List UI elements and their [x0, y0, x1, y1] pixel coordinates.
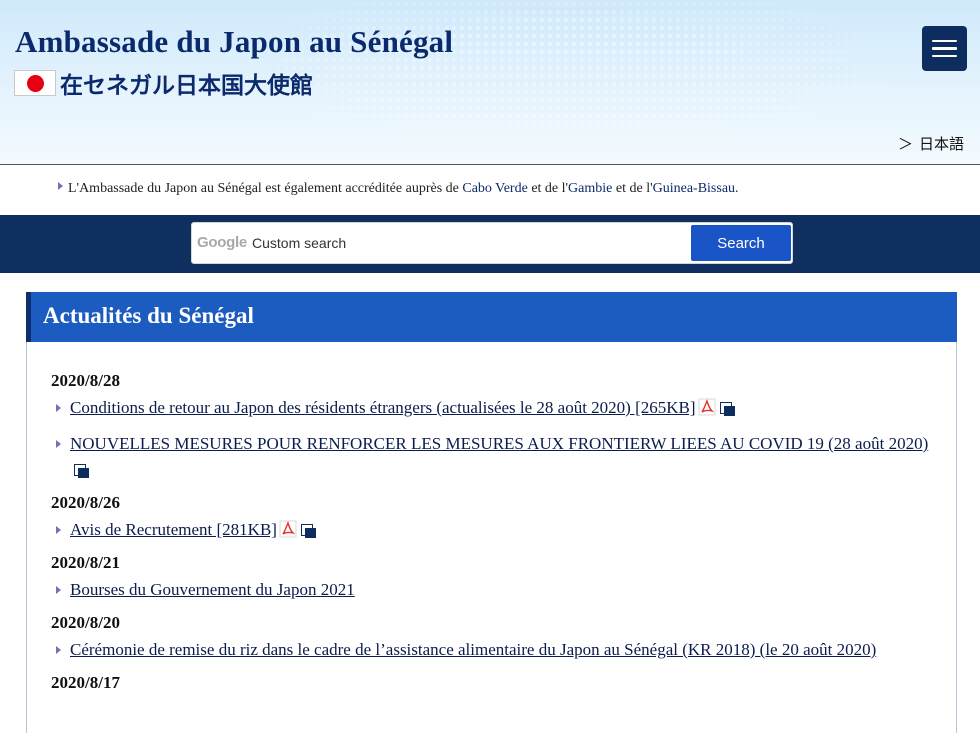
- triangle-bullet-icon: [56, 404, 61, 412]
- news-date: 2020/8/26: [51, 493, 120, 512]
- japan-flag-icon: [14, 70, 56, 96]
- external-window-icon: [300, 524, 316, 538]
- search-box: Google Search: [191, 222, 793, 264]
- link-guinea-bissau[interactable]: Guinea-Bissau: [653, 181, 735, 196]
- link-cabo-verde[interactable]: Cabo Verde: [462, 181, 527, 196]
- pdf-icon: [279, 520, 297, 538]
- search-bar: Google Search: [0, 215, 980, 273]
- news-title: Actualités du Sénégal: [43, 303, 254, 328]
- news-item-content: NOUVELLES MESURES POUR RENFORCER LES MES…: [70, 431, 946, 483]
- news-date: 2020/8/21: [51, 553, 120, 572]
- news-date: 2020/8/17: [51, 673, 120, 692]
- news-link[interactable]: Cérémonie de remise du riz dans le cadre…: [70, 640, 876, 659]
- site-title[interactable]: Ambassade du Japon au Sénégal: [15, 24, 453, 60]
- link-gambie[interactable]: Gambie: [568, 181, 612, 196]
- news-item-content: Avis de Recrutement [281KB]: [70, 517, 316, 543]
- news-section: Actualités du Sénégal 2020/8/28 Condition…: [26, 292, 957, 733]
- triangle-bullet-icon: [56, 526, 61, 534]
- pdf-icon: [698, 398, 716, 416]
- news-item: Avis de Recrutement [281KB]: [51, 517, 946, 543]
- news-item-content: Bourses du Gouvernement du Japon 2021: [70, 577, 355, 603]
- search-input[interactable]: [252, 229, 682, 257]
- triangle-bullet-icon: [58, 182, 63, 190]
- site-title-ja[interactable]: 在セネガル日本国大使館: [60, 66, 313, 100]
- menu-button[interactable]: [922, 26, 967, 71]
- news-item: Bourses du Gouvernement du Japon 2021: [51, 577, 946, 603]
- news-item-content: Conditions de retour au Japon des réside…: [70, 395, 735, 421]
- chevron-right-icon: ＞: [898, 135, 914, 153]
- hamburger-menu-icon: [932, 39, 957, 43]
- news-link[interactable]: Bourses du Gouvernement du Japon 2021: [70, 580, 355, 599]
- accreditation-notice: L'Ambassade du Japon au Sénégal est égal…: [58, 181, 739, 197]
- news-header: Actualités du Sénégal: [26, 292, 957, 342]
- news-item-content: Cérémonie de remise du riz dans le cadre…: [70, 637, 876, 663]
- news-list: 2020/8/28 Conditions de retour au Japon d…: [51, 371, 946, 697]
- search-button[interactable]: Search: [691, 225, 791, 261]
- news-date: 2020/8/28: [51, 371, 120, 390]
- language-link-label: 日本語: [919, 135, 965, 153]
- triangle-bullet-icon: [56, 440, 61, 448]
- google-logo: Google: [197, 234, 247, 251]
- news-link[interactable]: Avis de Recrutement [281KB]: [70, 520, 277, 539]
- triangle-bullet-icon: [56, 586, 61, 594]
- news-link[interactable]: Conditions de retour au Japon des réside…: [70, 398, 696, 417]
- external-window-icon: [74, 464, 89, 478]
- news-link[interactable]: NOUVELLES MESURES POUR RENFORCER LES MES…: [70, 434, 928, 453]
- language-link-japanese[interactable]: ＞ 日本語: [898, 133, 964, 154]
- site-header: Ambassade du Japon au Sénégal 在セネガル日本国大使…: [0, 0, 980, 165]
- triangle-bullet-icon: [56, 646, 61, 654]
- site-title-ja-row: 在セネガル日本国大使館: [14, 66, 313, 100]
- news-date: 2020/8/20: [51, 613, 120, 632]
- external-window-icon: [719, 402, 735, 416]
- news-item: NOUVELLES MESURES POUR RENFORCER LES MES…: [51, 431, 946, 483]
- news-item: Cérémonie de remise du riz dans le cadre…: [51, 637, 946, 663]
- news-item: Conditions de retour au Japon des réside…: [51, 395, 946, 421]
- accreditation-text: L'Ambassade du Japon au Sénégal est égal…: [68, 181, 463, 196]
